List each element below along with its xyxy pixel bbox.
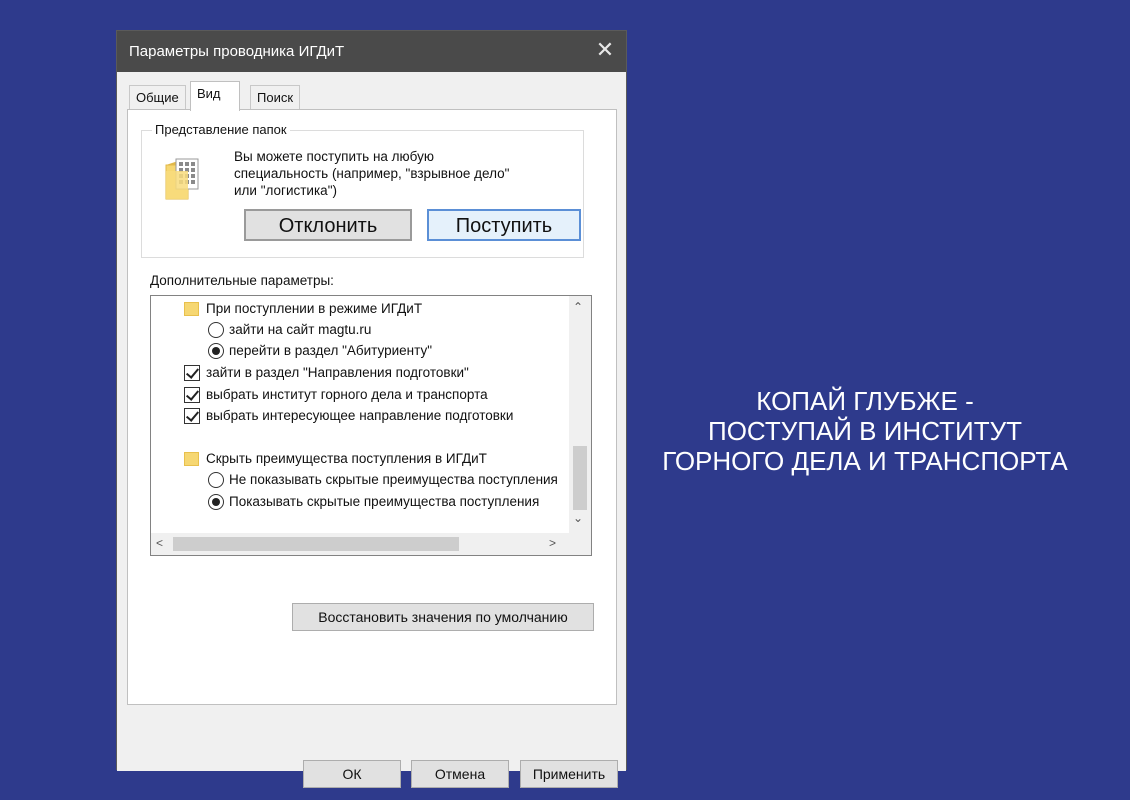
description-line: или "логистика") xyxy=(234,183,337,198)
vertical-scroll-thumb[interactable] xyxy=(573,446,587,510)
radio-button[interactable] xyxy=(208,494,224,510)
folder-options-dialog: Параметры проводника ИГДиТ ✕ Общие Вид П… xyxy=(116,30,627,788)
slogan-line: КОПАЙ ГЛУБЖЕ - xyxy=(756,386,974,416)
vertical-scrollbar[interactable]: ⌃ ⌄ xyxy=(569,296,591,535)
folder-views-description: Вы можете поступить на любую специальнос… xyxy=(234,148,574,199)
window-title: Параметры проводника ИГДиТ xyxy=(129,43,345,60)
radio-button[interactable] xyxy=(208,322,224,338)
tab-search[interactable]: Поиск xyxy=(250,85,301,109)
scroll-up-icon[interactable]: ⌃ xyxy=(573,300,583,314)
list-item-label: Показывать скрытые преимущества поступле… xyxy=(229,494,540,509)
folder-grid-icon xyxy=(165,158,199,200)
slogan-line: ГОРНОГО ДЕЛА И ТРАНСПОРТА xyxy=(662,446,1068,476)
scroll-corner xyxy=(569,533,591,555)
apply-button[interactable]: Применить xyxy=(520,760,618,788)
checkbox[interactable] xyxy=(184,365,200,381)
list-item-label: перейти в раздел "Абитуриенту" xyxy=(229,343,432,358)
tab-view[interactable]: Вид xyxy=(190,81,240,111)
checkbox[interactable] xyxy=(184,408,200,424)
advanced-settings-list[interactable]: При поступлении в режиме ИГДиТ зайти на … xyxy=(150,295,592,556)
description-line: Вы можете поступить на любую xyxy=(234,149,434,164)
cancel-button[interactable]: Отмена xyxy=(411,760,509,788)
title-bar[interactable]: Параметры проводника ИГДиТ ✕ xyxy=(117,31,626,72)
list-item-label: выбрать интересующее направление подгото… xyxy=(206,408,514,423)
description-line: специальность (например, "взрывное дело" xyxy=(234,166,510,181)
list-item-label: Не показывать скрытые преимущества посту… xyxy=(229,472,558,487)
folder-views-legend: Представление папок xyxy=(152,122,290,137)
enroll-button[interactable]: Поступить xyxy=(427,209,581,241)
dialog-client-area: Общие Вид Поиск Представление папок Вы м… xyxy=(117,72,626,788)
close-icon[interactable]: ✕ xyxy=(594,39,616,61)
list-item-label: зайти на сайт magtu.ru xyxy=(229,322,372,337)
folder-icon xyxy=(184,302,199,316)
list-item-label: зайти в раздел "Направления подготовки" xyxy=(206,365,469,380)
horizontal-scroll-thumb[interactable] xyxy=(173,537,459,551)
tab-general[interactable]: Общие xyxy=(129,85,186,109)
list-item-label: выбрать институт горного дела и транспор… xyxy=(206,387,488,402)
slogan-text: КОПАЙ ГЛУБЖЕ - ПОСТУПАЙ В ИНСТИТУТ ГОРНО… xyxy=(640,386,1090,476)
radio-button[interactable] xyxy=(208,343,224,359)
slogan-line: ПОСТУПАЙ В ИНСТИТУТ xyxy=(708,416,1022,446)
scroll-right-icon[interactable]: > xyxy=(549,536,556,550)
advanced-settings-label: Дополнительные параметры: xyxy=(150,273,334,288)
radio-button[interactable] xyxy=(208,472,224,488)
ok-button[interactable]: ОК xyxy=(303,760,401,788)
scroll-left-icon[interactable]: < xyxy=(156,536,163,550)
decline-button[interactable]: Отклонить xyxy=(244,209,412,241)
list-item-label: При поступлении в режиме ИГДиТ xyxy=(206,301,423,316)
horizontal-scrollbar[interactable]: < > xyxy=(151,533,571,555)
checkbox[interactable] xyxy=(184,387,200,403)
folder-icon xyxy=(184,452,199,466)
restore-defaults-button[interactable]: Восстановить значения по умолчанию xyxy=(292,603,594,631)
scroll-down-icon[interactable]: ⌄ xyxy=(573,511,583,525)
list-item-label: Скрыть преимущества поступления в ИГДиТ xyxy=(206,451,487,466)
